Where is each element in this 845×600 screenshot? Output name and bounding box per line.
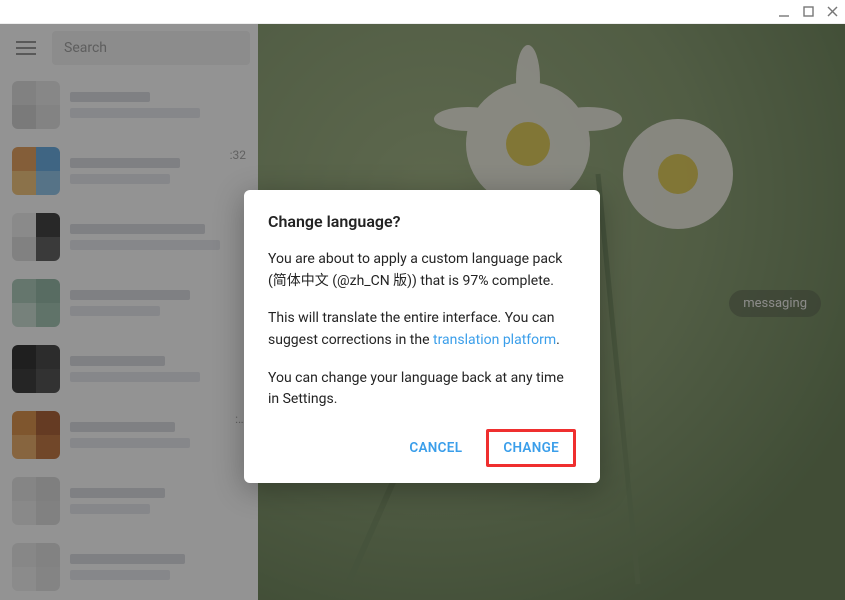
chat-item[interactable]: :… bbox=[0, 402, 258, 468]
avatar bbox=[12, 345, 60, 393]
chat-item[interactable] bbox=[0, 270, 258, 336]
chat-time: :32 bbox=[230, 148, 246, 162]
avatar bbox=[12, 213, 60, 261]
dialog-actions: CANCEL CHANGE bbox=[268, 429, 576, 467]
chat-item[interactable] bbox=[0, 72, 258, 138]
hamburger-icon bbox=[16, 40, 36, 56]
sidebar-header bbox=[0, 24, 258, 72]
window-minimize-button[interactable] bbox=[777, 5, 791, 19]
sidebar: :32 :… bbox=[0, 24, 258, 600]
chat-item[interactable] bbox=[0, 204, 258, 270]
translation-platform-link[interactable]: translation platform bbox=[433, 332, 556, 348]
search-field[interactable] bbox=[52, 31, 250, 65]
change-language-dialog: Change language? You are about to apply … bbox=[244, 190, 600, 483]
dialog-text: . bbox=[556, 332, 560, 348]
dialog-title: Change language? bbox=[268, 212, 576, 231]
chat-item[interactable]: :32 bbox=[0, 138, 258, 204]
dialog-paragraph: You are about to apply a custom language… bbox=[268, 249, 576, 292]
cancel-button[interactable]: CANCEL bbox=[393, 429, 478, 467]
messaging-pill: messaging bbox=[729, 290, 821, 317]
dialog-paragraph: This will translate the entire interface… bbox=[268, 308, 576, 351]
chat-item[interactable] bbox=[0, 468, 258, 534]
window-close-button[interactable] bbox=[825, 5, 839, 19]
avatar bbox=[12, 477, 60, 525]
window-maximize-button[interactable] bbox=[801, 5, 815, 19]
avatar bbox=[12, 147, 60, 195]
chat-item[interactable] bbox=[0, 336, 258, 402]
dialog-paragraph: You can change your language back at any… bbox=[268, 368, 576, 411]
menu-button[interactable] bbox=[8, 30, 44, 66]
highlight-annotation: CHANGE bbox=[486, 429, 576, 467]
search-input[interactable] bbox=[64, 40, 238, 56]
avatar bbox=[12, 279, 60, 327]
chat-item[interactable] bbox=[0, 534, 258, 600]
window-titlebar bbox=[0, 0, 845, 24]
avatar bbox=[12, 81, 60, 129]
avatar bbox=[12, 543, 60, 591]
chat-list[interactable]: :32 :… bbox=[0, 72, 258, 600]
change-button[interactable]: CHANGE bbox=[489, 432, 573, 464]
avatar bbox=[12, 411, 60, 459]
